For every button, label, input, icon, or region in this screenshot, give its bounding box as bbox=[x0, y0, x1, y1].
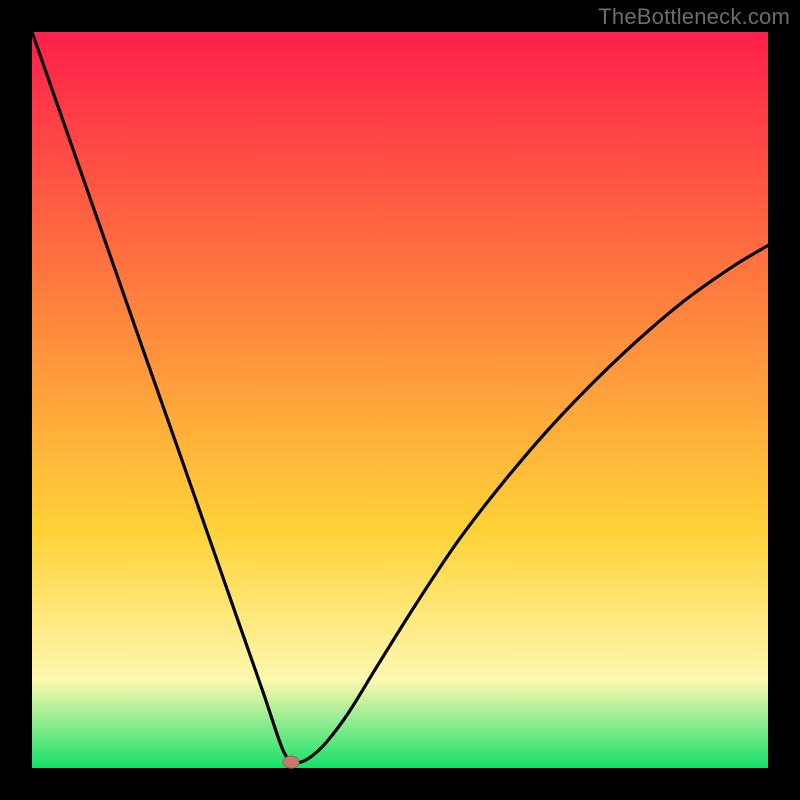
plot-gradient-bg bbox=[32, 32, 768, 768]
chart-frame: { "watermark": "TheBottleneck.com", "col… bbox=[0, 0, 800, 800]
watermark-text: TheBottleneck.com bbox=[598, 4, 790, 30]
bottleneck-chart bbox=[0, 0, 800, 800]
optimum-marker bbox=[283, 756, 299, 768]
